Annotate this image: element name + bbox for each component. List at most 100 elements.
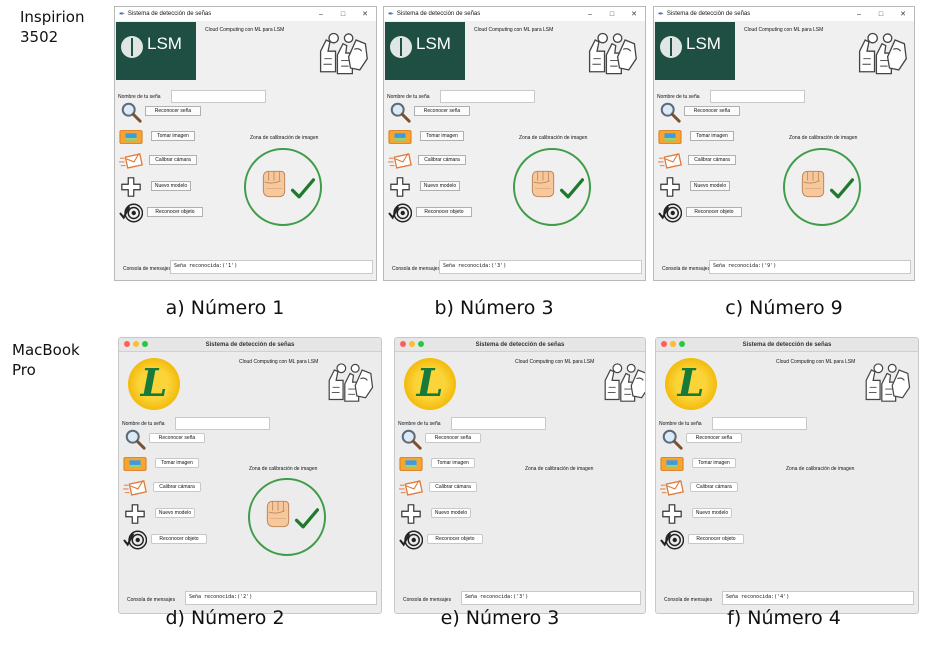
sign-name-input[interactable] — [171, 90, 266, 103]
calibrate-camera-button[interactable]: Calibrar cámara — [418, 155, 466, 165]
recognize-sign-button[interactable]: Reconocer seña — [414, 106, 470, 116]
message-console: Seña reconocida:('3') — [439, 260, 642, 274]
new-model-button[interactable]: Nuevo modelo — [155, 508, 195, 518]
title-bar: ✒ Sistema de detección de señas – □ ✕ — [384, 7, 645, 21]
recognize-object-button[interactable]: Reconocer objeto — [686, 207, 742, 217]
close-button[interactable]: ✕ — [354, 10, 376, 18]
recognize-sign-button[interactable]: Reconocer seña — [686, 433, 742, 443]
minimize-button[interactable]: – — [310, 11, 332, 18]
recognize-sign-button[interactable]: Reconocer seña — [149, 433, 205, 443]
plus-icon — [119, 176, 143, 198]
take-image-button[interactable]: Tomar imagen — [431, 458, 475, 468]
zoom-window-button[interactable] — [679, 341, 685, 347]
sign-name-input[interactable] — [451, 417, 546, 430]
app-subtitle: Cloud Computing con ML para LSM — [474, 27, 554, 33]
lsm-logo-text: LSM — [147, 34, 182, 53]
sign-name-label: Nombre de tu seña — [122, 421, 165, 427]
take-image-button[interactable]: Tomar imagen — [151, 131, 195, 141]
recognize-object-button[interactable]: Reconocer objeto — [151, 534, 207, 544]
title-bar: Sistema de detección de señas — [119, 338, 381, 352]
new-model-button[interactable]: Nuevo modelo — [420, 181, 460, 191]
calibrate-camera-button[interactable]: Calibrar cámara — [153, 482, 201, 492]
calibration-zone-title: Zona de calibración de imagen — [249, 466, 318, 472]
window-title: Sistema de detección de señas — [396, 11, 481, 17]
minimize-button[interactable]: – — [579, 11, 601, 18]
console-label: Consola de mensajes — [664, 597, 713, 603]
zoom-window-button[interactable] — [418, 341, 424, 347]
calibration-zone-title: Zona de calibración de imagen — [525, 466, 594, 472]
new-model-button[interactable]: Nuevo modelo — [692, 508, 732, 518]
checkmark-icon — [829, 176, 855, 202]
checkmark-icon — [294, 506, 320, 532]
take-image-button[interactable]: Tomar imagen — [420, 131, 464, 141]
zoom-window-button[interactable] — [142, 341, 148, 347]
console-label: Consola de mensajes — [662, 266, 711, 272]
sign-name-input[interactable] — [175, 417, 270, 430]
window-controls — [661, 341, 685, 347]
take-image-button[interactable]: Tomar imagen — [690, 131, 734, 141]
close-button[interactable]: ✕ — [623, 10, 645, 18]
recognize-object-button[interactable]: Reconocer objeto — [147, 207, 203, 217]
image-icon — [388, 126, 412, 148]
target-icon — [658, 202, 683, 224]
envelope-icon — [658, 150, 682, 172]
recognize-object-button[interactable]: Reconocer objeto — [427, 534, 483, 544]
image-icon — [123, 453, 147, 475]
figure: Inspirion 3502 MacBook Pro ✒ Sistema de d… — [0, 0, 928, 650]
recognize-sign-button[interactable]: Reconocer seña — [425, 433, 481, 443]
sign-name-input[interactable] — [712, 417, 807, 430]
recognize-object-button[interactable]: Reconocer objeto — [688, 534, 744, 544]
sign-name-input[interactable] — [710, 90, 805, 103]
brain-icon — [390, 36, 412, 58]
recognize-object-button[interactable]: Reconocer objeto — [416, 207, 472, 217]
calibrate-camera-button[interactable]: Calibrar cámara — [688, 155, 736, 165]
take-image-button[interactable]: Tomar imagen — [155, 458, 199, 468]
sign-name-input[interactable] — [440, 90, 535, 103]
plus-icon — [399, 503, 423, 525]
minimize-window-button[interactable] — [670, 341, 676, 347]
minimize-window-button[interactable] — [409, 341, 415, 347]
title-bar: Sistema de detección de señas — [656, 338, 918, 352]
title-bar: ✒ Sistema de detección de señas – □ ✕ — [115, 7, 376, 21]
calibrate-camera-button[interactable]: Calibrar cámara — [149, 155, 197, 165]
calibration-zone-title: Zona de calibración de imagen — [789, 135, 858, 141]
close-window-button[interactable] — [124, 341, 130, 347]
recognize-sign-button[interactable]: Reconocer seña — [145, 106, 201, 116]
lsm-logo-text: LSM — [686, 34, 721, 53]
panel-caption: f) Número 4 — [727, 607, 841, 629]
hand-signs-icon — [861, 358, 913, 408]
message-console: Seña reconocida:('4') — [722, 591, 914, 605]
window-title: Sistema de detección de señas — [475, 341, 565, 348]
hand-signs-icon — [324, 358, 376, 408]
row-label-inspirion: Inspirion 3502 — [20, 8, 85, 46]
envelope-icon — [660, 477, 684, 499]
calibration-zone-title: Zona de calibración de imagen — [519, 135, 588, 141]
app-subtitle: Cloud Computing con ML para LSM — [744, 27, 824, 33]
calibrate-camera-button[interactable]: Calibrar cámara — [690, 482, 738, 492]
console-label: Consola de mensajes — [392, 266, 441, 272]
close-window-button[interactable] — [400, 341, 406, 347]
feather-icon: ✒ — [119, 11, 125, 18]
recognize-sign-button[interactable]: Reconocer seña — [684, 106, 740, 116]
minimize-button[interactable]: – — [848, 11, 870, 18]
new-model-button[interactable]: Nuevo modelo — [431, 508, 471, 518]
take-image-button[interactable]: Tomar imagen — [692, 458, 736, 468]
minimize-window-button[interactable] — [133, 341, 139, 347]
maximize-button[interactable]: □ — [870, 11, 892, 18]
checkmark-icon — [559, 176, 585, 202]
sign-name-label: Nombre de tu seña — [657, 94, 700, 100]
new-model-button[interactable]: Nuevo modelo — [690, 181, 730, 191]
app-window: Sistema de detección de señas L Cloud Comp… — [394, 337, 646, 614]
new-model-button[interactable]: Nuevo modelo — [151, 181, 191, 191]
app-subtitle: Cloud Computing con ML para LSM — [239, 359, 319, 365]
message-console: Seña reconocida:('1') — [170, 260, 373, 274]
close-window-button[interactable] — [661, 341, 667, 347]
calibration-zone — [248, 478, 326, 556]
maximize-button[interactable]: □ — [332, 11, 354, 18]
console-label: Consola de mensajes — [123, 266, 172, 272]
title-bar: ✒ Sistema de detección de señas – □ ✕ — [654, 7, 914, 21]
maximize-button[interactable]: □ — [601, 11, 623, 18]
target-icon — [399, 529, 424, 551]
calibrate-camera-button[interactable]: Calibrar cámara — [429, 482, 477, 492]
close-button[interactable]: ✕ — [892, 10, 914, 18]
